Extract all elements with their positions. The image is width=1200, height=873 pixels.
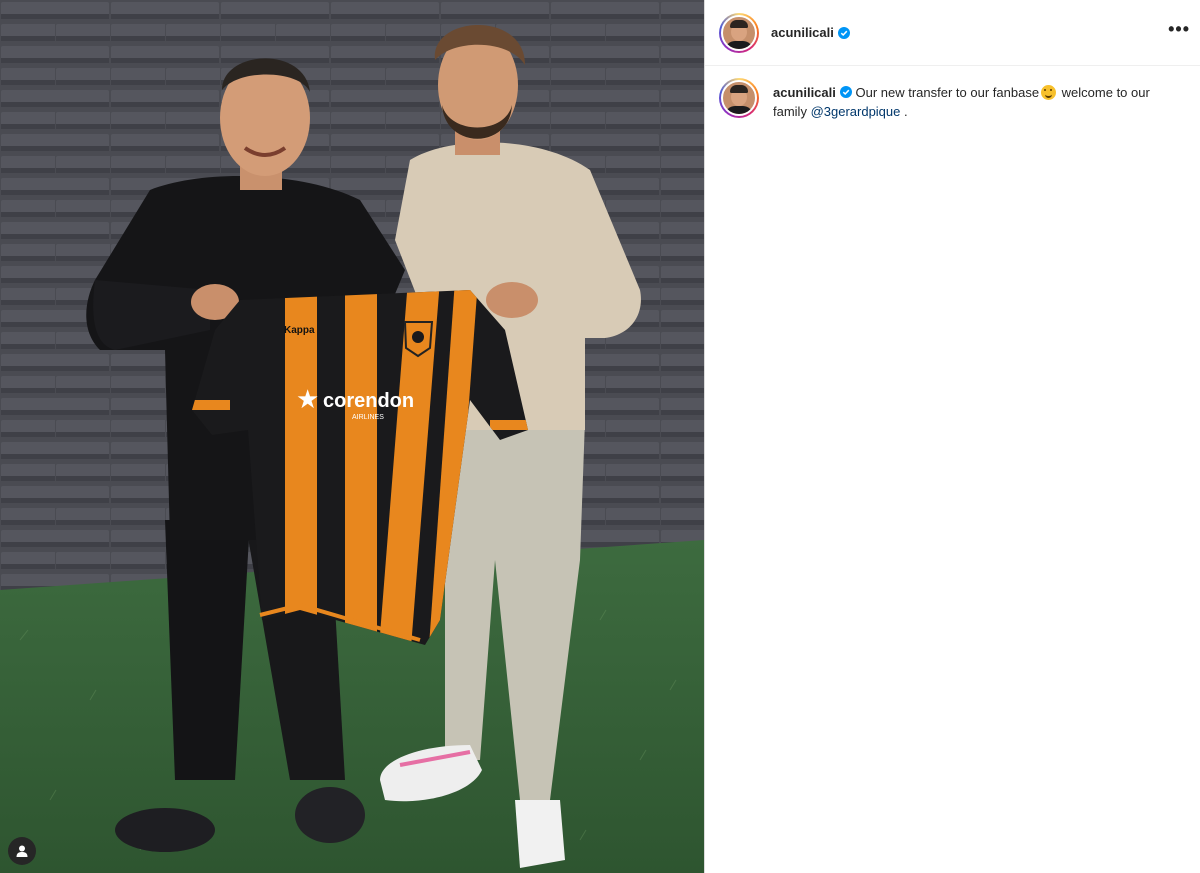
post-photo[interactable]: Kappa ★ corendon AIRLINES <box>0 0 704 873</box>
verified-badge-icon <box>839 86 852 98</box>
tagged-user-button[interactable] <box>8 837 36 865</box>
caption-text: acunilicali Our new transfer to our fanb… <box>773 83 1186 121</box>
caption-body-part1: Our new transfer to our fanbase <box>855 85 1040 100</box>
kappa-logo-text: Kappa <box>284 325 315 336</box>
tagged-user-icon <box>16 845 28 857</box>
avatar-image <box>721 80 757 116</box>
sponsor-star-icon: ★ <box>296 384 319 414</box>
more-options-icon[interactable]: ••• <box>1168 20 1190 38</box>
post-header: acunilicali ••• <box>705 0 1200 66</box>
verified-badge-icon <box>837 26 850 39</box>
instagram-post: Kappa ★ corendon AIRLINES acunilicali ••… <box>0 0 1200 873</box>
smiling-face-emoji-icon <box>1041 85 1057 100</box>
sponsor-sub-text: AIRLINES <box>352 414 384 421</box>
post-side-panel: acunilicali ••• acunilicali Our new tran… <box>704 0 1200 873</box>
author-avatar[interactable] <box>719 12 759 53</box>
caption-username[interactable]: acunilicali <box>773 85 836 100</box>
caption-body-end: . <box>900 104 908 119</box>
post-caption: acunilicali Our new transfer to our fanb… <box>705 66 1200 133</box>
caption-author-avatar[interactable] <box>719 78 759 118</box>
sponsor-text: corendon <box>323 390 414 412</box>
author-username[interactable]: acunilicali <box>771 25 834 40</box>
avatar-image <box>721 14 757 51</box>
photo-illustration: Kappa ★ corendon AIRLINES <box>0 0 704 873</box>
mention-link[interactable]: @3gerardpique <box>811 104 901 119</box>
